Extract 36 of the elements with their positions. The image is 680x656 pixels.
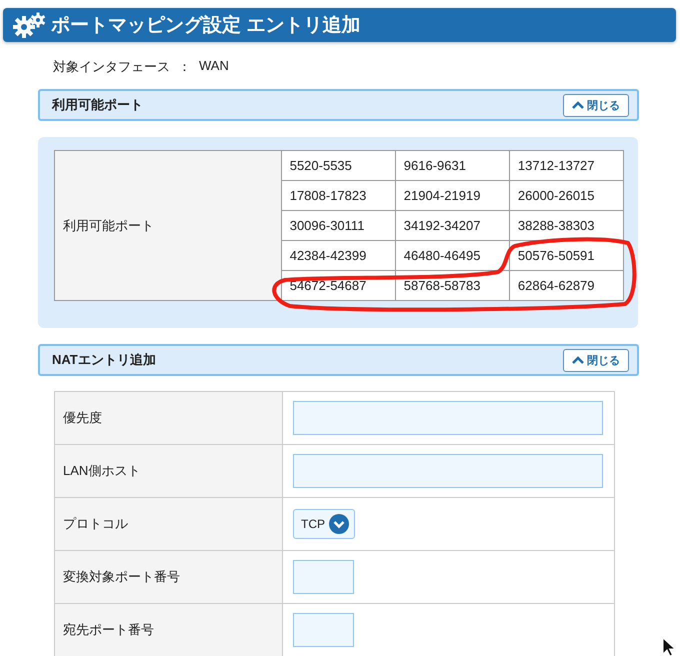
table-cell: 46480-46495 [395, 240, 510, 270]
chevron-up-icon [572, 356, 584, 364]
table-cell: 62864-62879 [509, 270, 624, 300]
section-title: NATエントリ追加 [52, 351, 156, 369]
table-cell: 5520-5535 [281, 150, 396, 180]
table-cell: 13712-13727 [509, 150, 624, 180]
input-field[interactable] [293, 560, 354, 594]
close-button[interactable]: 閉じる [563, 94, 629, 116]
table-cell: 42384-42399 [281, 240, 396, 270]
field-label: 宛先ポート番号 [54, 604, 282, 656]
field-label: LAN側ホスト [54, 444, 282, 498]
separator: ： [178, 58, 191, 76]
field-label: プロトコル [54, 498, 282, 550]
table-cell: 50576-50591 [509, 240, 624, 270]
field-label: 優先度 [54, 392, 282, 444]
table-cell: 26000-26015 [509, 180, 624, 210]
table-cell: 34192-34207 [395, 210, 510, 240]
chevron-down-icon [329, 514, 349, 534]
field-label: 変換対象ポート番号 [54, 550, 282, 604]
table-cell: 30096-30111 [281, 210, 396, 240]
table-label: 利用可能ポート [54, 150, 282, 300]
table-cell: 38288-38303 [509, 210, 624, 240]
table-cell: 21904-21919 [395, 180, 510, 210]
protocol-dropdown[interactable]: TCP [293, 509, 355, 539]
table-cell: 17808-17823 [281, 180, 396, 210]
input-field[interactable] [293, 454, 603, 488]
section-title: 利用可能ポート [52, 96, 143, 114]
gears-icon [13, 12, 47, 38]
input-field[interactable] [293, 401, 603, 435]
interface-value: WAN [199, 58, 229, 75]
chevron-up-icon [572, 101, 584, 109]
close-button[interactable]: 閉じる [563, 348, 629, 372]
page-title: ポートマッピング設定 エントリ追加 [51, 14, 360, 38]
input-field[interactable] [293, 613, 354, 647]
interface-label: 対象インタフェース [53, 58, 170, 76]
table-cell: 9616-9631 [395, 150, 510, 180]
